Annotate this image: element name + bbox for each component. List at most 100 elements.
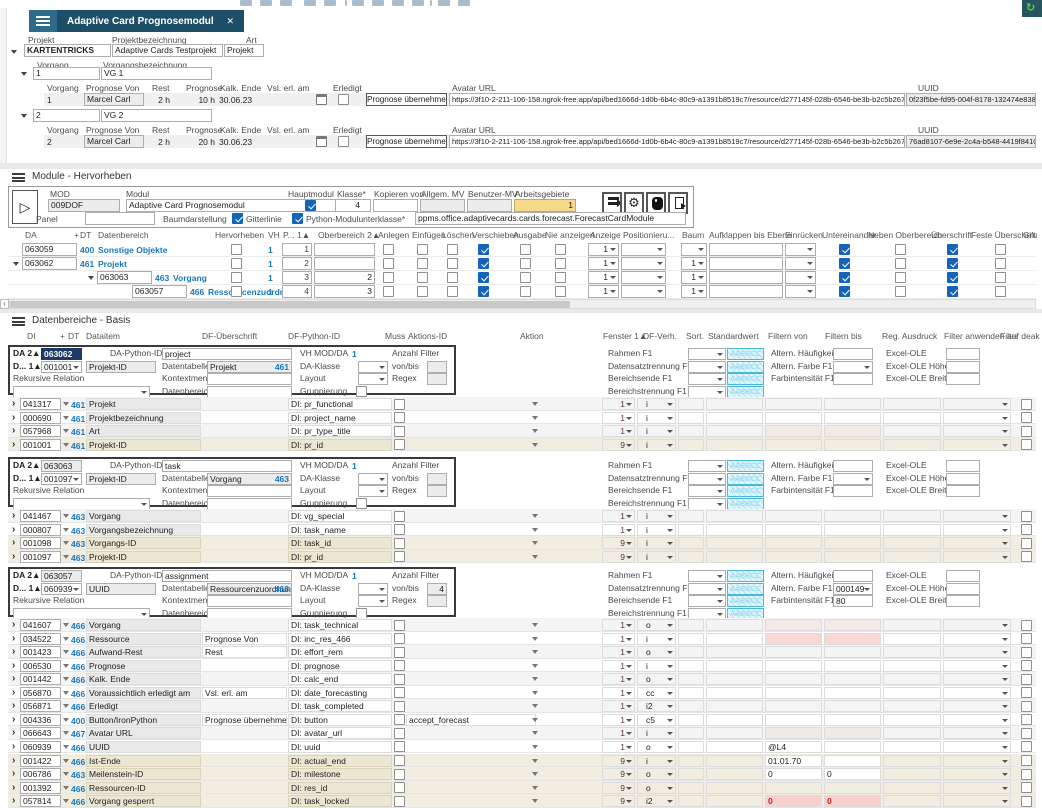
excel-ole-field[interactable] — [946, 348, 980, 360]
standardwert-cell[interactable] — [706, 714, 763, 726]
corner-button[interactable]: ↻ — [1022, 0, 1042, 17]
expand-icon[interactable]: › — [12, 647, 15, 657]
dataitem-name-cell[interactable]: Prognose — [86, 660, 201, 672]
fenster-select[interactable]: 9 — [602, 795, 635, 807]
df-python-id-cell[interactable]: DI: uuid — [288, 741, 392, 753]
expand-icon[interactable]: › — [12, 552, 15, 562]
di-id-field[interactable]: 060939 — [20, 741, 61, 753]
hervorheben-checkbox[interactable] — [231, 272, 242, 283]
filtern-bis-cell[interactable] — [824, 551, 881, 563]
toolbar-icon-fragment[interactable] — [345, 0, 347, 6]
aktion-chevron-icon[interactable] — [532, 664, 538, 668]
excel-ole-hoehe-field[interactable] — [946, 361, 980, 373]
einruecken-select[interactable] — [785, 257, 816, 270]
fenster-select[interactable]: 9 — [602, 782, 635, 794]
di-id-field[interactable]: 000807 — [20, 524, 61, 536]
sort-cell[interactable] — [678, 673, 704, 685]
df-verhalten-select[interactable]: i — [637, 412, 676, 424]
gruppierung-checkbox[interactable] — [356, 608, 367, 619]
di-id-field[interactable]: 001422 — [20, 755, 61, 767]
excel-ole-breite-field[interactable] — [946, 595, 980, 607]
uuid-field[interactable]: 0f23f5be-fd95-004f-8178-132474e8386e — [906, 93, 1036, 106]
reg-ausdruck-cell[interactable] — [883, 660, 941, 672]
collapse-icon[interactable] — [13, 262, 19, 266]
filter-anwenden-select[interactable] — [943, 633, 1011, 645]
chevron-down-icon[interactable] — [63, 691, 69, 695]
collapse-icon[interactable] — [88, 276, 94, 280]
filter-deaktivieren-checkbox[interactable] — [1021, 796, 1032, 807]
position-field[interactable]: 3 — [282, 271, 312, 284]
fenster-select[interactable]: 9 — [602, 537, 635, 549]
expand-icon[interactable]: › — [12, 742, 15, 752]
filtern-von-cell[interactable] — [765, 660, 822, 672]
mod-field[interactable]: 009DOF — [48, 199, 120, 212]
reg-ausdruck-cell[interactable] — [883, 524, 941, 536]
fenster-select[interactable]: 1 — [602, 687, 635, 699]
filtern-von-cell[interactable]: 01.01.70 — [765, 755, 822, 767]
layout-select[interactable] — [358, 373, 388, 385]
position-field[interactable]: 1 — [282, 243, 312, 256]
filter-anwenden-select[interactable] — [943, 660, 1011, 672]
collapse-icon[interactable] — [11, 50, 17, 54]
vorgang-id-field[interactable]: 2 — [33, 109, 100, 122]
sort-cell[interactable] — [678, 768, 704, 780]
reg-ausdruck-cell[interactable] — [883, 700, 941, 712]
di-id-field[interactable]: 056871 — [20, 700, 61, 712]
aktion-chevron-icon[interactable] — [532, 799, 538, 803]
fenster-select[interactable]: 9 — [602, 551, 635, 563]
color-swatch-field[interactable]: AABBCC — [727, 498, 764, 510]
einfuegen-checkbox[interactable] — [417, 272, 428, 283]
farbintensitaet-field[interactable]: 80 — [833, 595, 873, 607]
chevron-down-icon[interactable] — [63, 541, 69, 545]
benutzer-mv-field[interactable] — [467, 199, 512, 212]
filtern-bis-cell[interactable] — [824, 439, 881, 451]
expand-icon[interactable]: › — [12, 399, 15, 409]
aktion-chevron-icon[interactable] — [532, 416, 538, 420]
df-verhalten-select[interactable]: o — [637, 646, 676, 658]
df-python-id-cell[interactable]: DI: task_name — [288, 524, 392, 536]
dataitem-name-cell[interactable]: Button/IronPython — [86, 714, 201, 726]
expand-icon[interactable]: › — [12, 620, 15, 630]
altern-haeufigkeit-field[interactable] — [833, 348, 873, 360]
fenster-select[interactable]: 1 — [602, 660, 635, 672]
expand-icon[interactable]: › — [12, 538, 15, 548]
frame-option-select[interactable] — [688, 361, 726, 373]
anlegen-checkbox[interactable] — [383, 272, 394, 283]
farbintensitaet-field[interactable] — [833, 373, 873, 385]
collapse-icon[interactable] — [21, 114, 27, 118]
filtern-bis-cell[interactable] — [824, 412, 881, 424]
frame-option-select[interactable] — [688, 595, 726, 607]
filter-deaktivieren-checkbox[interactable] — [1021, 524, 1032, 535]
datenbereich-name[interactable]: Sonstige Objekte — [98, 245, 167, 255]
expand-icon[interactable]: › — [12, 796, 15, 806]
run-module-button[interactable]: ▷ — [12, 190, 38, 224]
filter-deaktivieren-checkbox[interactable] — [1021, 551, 1032, 562]
muss-checkbox[interactable] — [394, 524, 405, 535]
filter-anwenden-select[interactable] — [943, 755, 1011, 767]
muss-checkbox[interactable] — [394, 538, 405, 549]
df-python-id-cell[interactable]: DI: pr_id — [288, 551, 392, 563]
reg-ausdruck-cell[interactable] — [883, 619, 941, 631]
reg-ausdruck-cell[interactable] — [883, 768, 941, 780]
filter-deaktivieren-checkbox[interactable] — [1021, 674, 1032, 685]
color-swatch-field[interactable]: AABBCC — [727, 595, 764, 607]
chevron-down-icon[interactable] — [63, 664, 69, 668]
df-verhalten-select[interactable]: o — [637, 782, 676, 794]
chevron-down-icon[interactable] — [63, 555, 69, 559]
ueberschrift-checkbox[interactable] — [947, 272, 958, 283]
klasse-select[interactable]: 4 — [335, 199, 371, 212]
chevron-down-icon[interactable] — [63, 772, 69, 776]
reg-ausdruck-cell[interactable] — [883, 537, 941, 549]
projekt-field[interactable]: KARTENTRICKS — [24, 44, 111, 57]
feste-ueberschrift-checkbox[interactable] — [995, 272, 1006, 283]
dataitem-name-cell[interactable]: Ressourcen-ID — [86, 782, 201, 794]
kontextmenue-field[interactable] — [207, 595, 292, 607]
filter-deaktivieren-checkbox[interactable] — [1021, 412, 1032, 423]
nie-anzeigen-checkbox[interactable] — [555, 244, 566, 255]
df-verhalten-select[interactable]: i — [637, 524, 676, 536]
toolbar-icon-fragment[interactable] — [458, 0, 470, 6]
position-field[interactable]: 4 — [282, 285, 312, 298]
vorgang-name-field[interactable]: VG 1 — [101, 67, 212, 80]
standardwert-cell[interactable] — [706, 398, 763, 410]
expand-icon[interactable]: › — [12, 728, 15, 738]
